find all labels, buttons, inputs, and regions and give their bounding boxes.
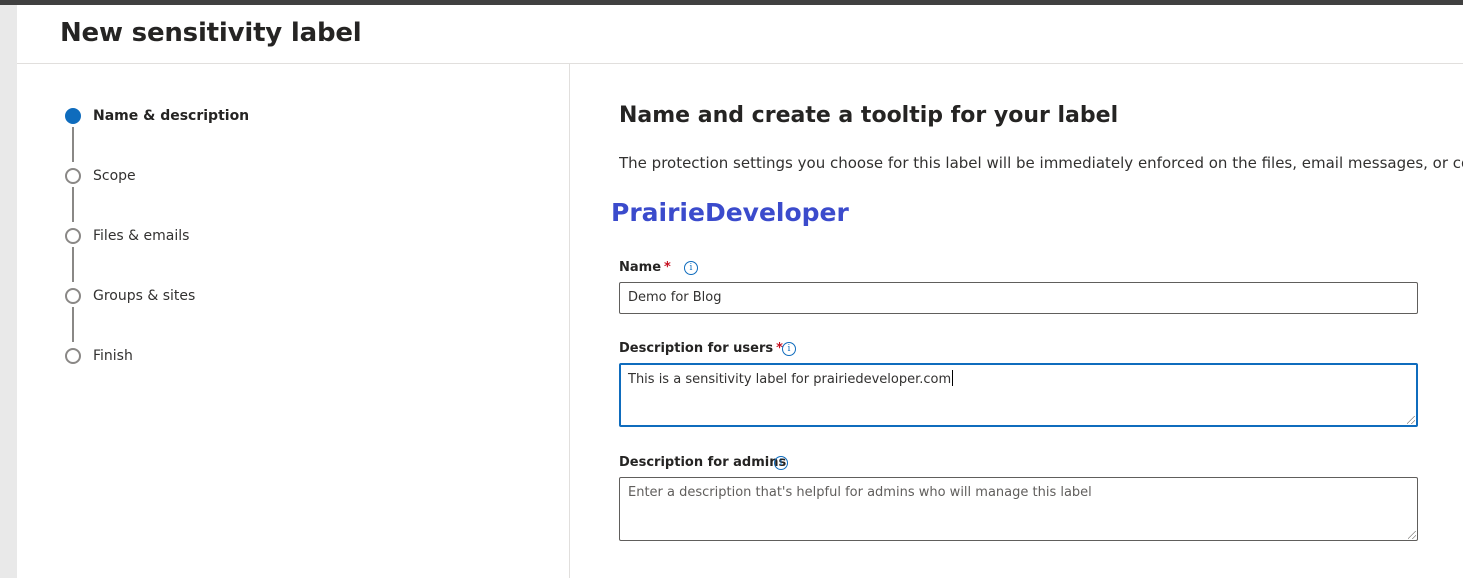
- step-name-description[interactable]: Name & description: [93, 108, 249, 124]
- description-admins-placeholder: Enter a description that's helpful for a…: [628, 485, 1092, 500]
- name-input[interactable]: Demo for Blog: [619, 282, 1418, 314]
- left-edge-strip: [0, 5, 17, 578]
- step-connector: [72, 187, 74, 222]
- description-users-label-text: Description for users: [619, 341, 774, 356]
- description-admins-textarea[interactable]: Enter a description that's helpful for a…: [619, 477, 1418, 541]
- step-indicator: [65, 348, 81, 364]
- step-finish[interactable]: Finish: [93, 348, 133, 364]
- step-groups-sites[interactable]: Groups & sites: [93, 288, 195, 304]
- panel-divider: [569, 64, 570, 578]
- step-indicator: [65, 228, 81, 244]
- info-icon[interactable]: i: [782, 342, 796, 356]
- description-users-label: Description for users *: [619, 341, 783, 356]
- section-title: Name and create a tooltip for your label: [619, 103, 1119, 128]
- name-label: Name *: [619, 260, 671, 275]
- resize-grip-icon[interactable]: [1407, 416, 1415, 424]
- description-users-value: This is a sensitivity label for prairied…: [628, 372, 952, 387]
- step-connector: [72, 247, 74, 282]
- info-icon[interactable]: i: [774, 456, 788, 470]
- required-marker: *: [664, 260, 671, 275]
- step-connector: [72, 307, 74, 342]
- description-admins-label: Description for admins: [619, 455, 786, 470]
- step-indicator-current: [65, 108, 81, 124]
- step-indicator: [65, 168, 81, 184]
- page-header: New sensitivity label: [17, 5, 1463, 64]
- section-description: The protection settings you choose for t…: [619, 154, 1463, 172]
- resize-grip-icon[interactable]: [1408, 531, 1416, 539]
- step-files-emails[interactable]: Files & emails: [93, 228, 189, 244]
- info-icon[interactable]: i: [684, 261, 698, 275]
- description-admins-label-text: Description for admins: [619, 455, 787, 470]
- step-indicator: [65, 288, 81, 304]
- step-connector: [72, 127, 74, 162]
- name-input-value: Demo for Blog: [628, 290, 722, 305]
- name-label-text: Name: [619, 260, 662, 275]
- page-title: New sensitivity label: [60, 18, 362, 48]
- description-users-textarea[interactable]: This is a sensitivity label for prairied…: [619, 363, 1418, 427]
- text-caret: [952, 370, 954, 386]
- step-scope[interactable]: Scope: [93, 168, 136, 184]
- watermark-text: PrairieDeveloper: [611, 198, 849, 227]
